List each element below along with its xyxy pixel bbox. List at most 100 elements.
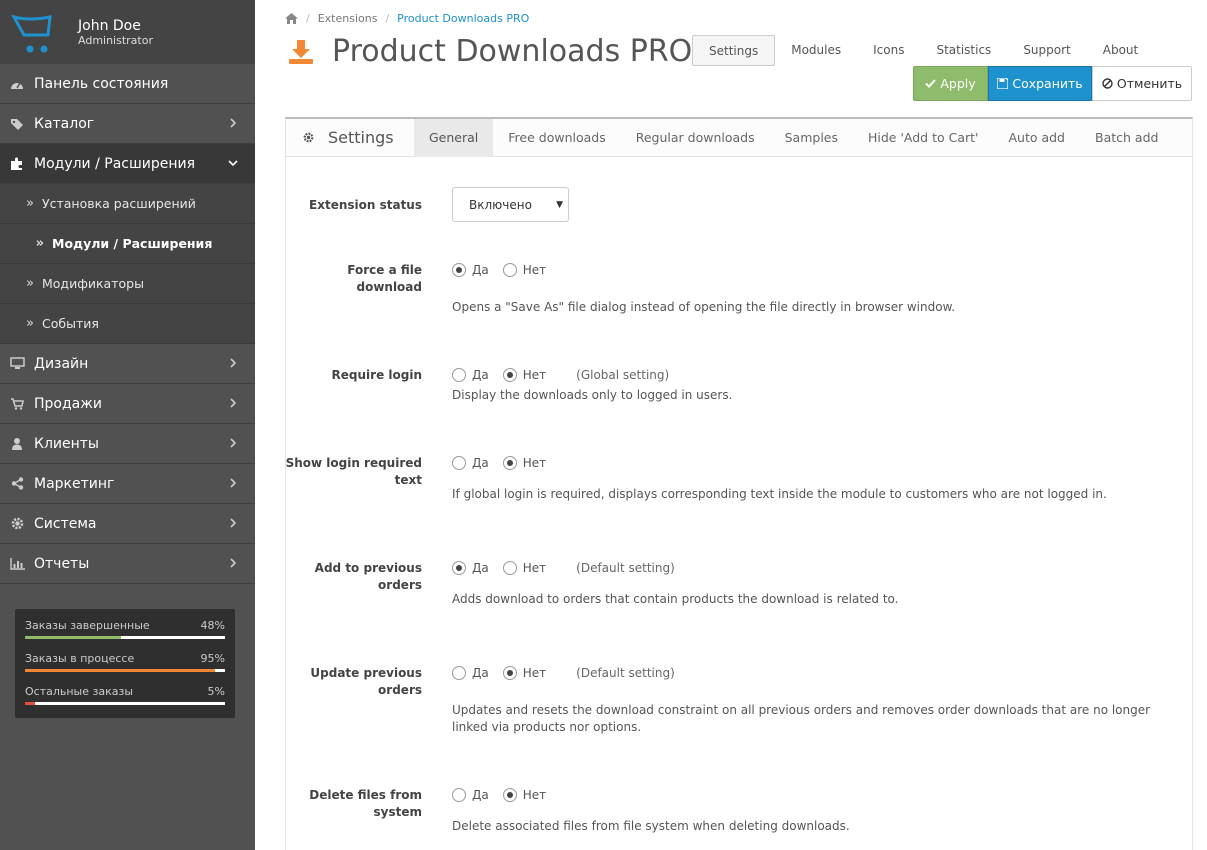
sidebar-item-system[interactable]: Система — [0, 504, 255, 544]
sidebar: John Doe Administrator Панель состояния … — [0, 0, 255, 850]
sidebar-subitem-modifications[interactable]: » Модификаторы — [0, 264, 255, 304]
radio-no[interactable] — [502, 263, 517, 277]
radio-label: Да — [472, 788, 489, 802]
tab-auto-add[interactable]: Auto add — [993, 119, 1080, 157]
radio-no[interactable] — [502, 561, 517, 575]
radio-yes[interactable] — [452, 561, 466, 575]
delete-files-help: Delete associated files from file system… — [452, 819, 850, 833]
update-previous-radios: Да Нет (Default setting) — [452, 666, 1177, 680]
chevron-right-icon — [230, 478, 237, 488]
cancel-button[interactable]: Отменить — [1092, 66, 1192, 101]
profile-role: Administrator — [78, 33, 153, 47]
stat-value: 48% — [200, 619, 225, 632]
chevron-right-icon — [230, 118, 237, 128]
radio-yes[interactable] — [452, 263, 466, 277]
show-login-text-radios: Да Нет — [452, 456, 1172, 470]
radio-label: Да — [472, 456, 489, 470]
radio-label: Нет — [522, 561, 547, 575]
progress-bar — [25, 669, 225, 672]
sidebar-item-label: Дизайн — [34, 355, 89, 372]
sidebar-item-catalog[interactable]: Каталог — [0, 104, 255, 144]
radio-label: Нет — [522, 368, 547, 382]
breadcrumb-item[interactable]: Product Downloads PRO — [397, 12, 529, 25]
stat-label: Остальные заказы — [25, 685, 134, 698]
breadcrumb-separator: / — [385, 12, 390, 25]
stat-processing: Заказы в процессе 95% — [25, 652, 225, 685]
setting-note: (Global setting) — [576, 368, 670, 382]
page-title: Product Downloads PRO — [332, 34, 693, 69]
nav-support[interactable]: Support — [1007, 35, 1086, 66]
sidebar-item-dashboard[interactable]: Панель состояния — [0, 64, 255, 104]
sidebar-subitem-installer[interactable]: » Установка расширений — [0, 184, 255, 224]
stat-label: Заказы в процессе — [25, 652, 135, 665]
radio-label: Нет — [522, 666, 547, 680]
sidebar-item-customers[interactable]: Клиенты — [0, 424, 255, 464]
tab-samples[interactable]: Samples — [770, 119, 853, 157]
download-icon — [289, 39, 313, 64]
select-value: Включено — [469, 197, 532, 212]
ban-icon — [1102, 78, 1113, 89]
sidebar-subitem-label: Модификаторы — [42, 276, 144, 291]
extension-status-select[interactable]: Включено ▼ — [452, 187, 569, 222]
radio-label: Нет — [522, 263, 547, 277]
radio-no[interactable] — [502, 666, 517, 680]
nav-about[interactable]: About — [1087, 35, 1154, 66]
sidebar-subitem-label: События — [42, 316, 99, 331]
home-icon[interactable] — [285, 13, 298, 24]
breadcrumb-item[interactable]: Extensions — [318, 12, 378, 25]
breadcrumb: / Extensions / Product Downloads PRO — [285, 12, 529, 25]
radio-no[interactable] — [502, 456, 517, 470]
sidebar-item-label: Маркетинг — [34, 475, 115, 492]
sidebar-item-label: Система — [34, 515, 97, 532]
require-login-help: Display the downloads only to logged in … — [452, 388, 733, 402]
panel-heading: Settings — [286, 119, 414, 157]
apply-button[interactable]: Apply — [913, 66, 988, 101]
dashboard-icon — [0, 78, 34, 90]
progress-fill — [25, 669, 215, 672]
tab-free-downloads[interactable]: Free downloads — [493, 119, 620, 157]
tab-regular-downloads[interactable]: Regular downloads — [621, 119, 770, 157]
stat-other: Остальные заказы 5% — [25, 685, 225, 718]
radio-no[interactable] — [502, 368, 517, 382]
nav-statistics[interactable]: Statistics — [920, 35, 1007, 66]
nav-settings[interactable]: Settings — [692, 35, 776, 66]
sidebar-subitem-events[interactable]: » События — [0, 304, 255, 344]
radio-label: Да — [472, 666, 489, 680]
radio-yes[interactable] — [452, 456, 466, 470]
stat-label: Заказы завершенные — [25, 619, 150, 632]
sidebar-subitem-extensions[interactable]: » Модули / Расширения — [0, 224, 255, 264]
main-content: / Extensions / Product Downloads PRO Pro… — [255, 0, 1207, 850]
nav-modules[interactable]: Modules — [775, 35, 857, 66]
sidebar-item-marketing[interactable]: Маркетинг — [0, 464, 255, 504]
sidebar-item-extensions[interactable]: Модули / Расширения — [0, 144, 255, 184]
order-stats: Заказы завершенные 48% Заказы в процессе 9… — [15, 609, 235, 718]
radio-yes[interactable] — [452, 368, 466, 382]
double-chevron-icon: » — [35, 236, 44, 251]
radio-yes[interactable] — [452, 666, 466, 680]
extension-status-field: Включено ▼ — [452, 187, 569, 222]
sidebar-item-design[interactable]: Дизайн — [0, 344, 255, 384]
chevron-right-icon — [230, 558, 237, 568]
sidebar-item-reports[interactable]: Отчеты — [0, 544, 255, 584]
action-buttons: Apply Сохранить Отменить — [913, 66, 1192, 101]
sidebar-subitem-label: Установка расширений — [42, 196, 196, 211]
save-label: Сохранить — [1012, 76, 1083, 91]
double-chevron-icon: » — [26, 196, 34, 211]
tab-hide-add-to-cart[interactable]: Hide 'Add to Cart' — [853, 119, 993, 157]
radio-no[interactable] — [502, 788, 517, 802]
nav-icons[interactable]: Icons — [857, 35, 920, 66]
progress-fill — [25, 636, 121, 639]
profile[interactable]: John Doe Administrator — [0, 0, 255, 64]
add-previous-field: Да Нет (Default setting) Adds download t… — [452, 561, 1172, 608]
setting-note: (Default setting) — [576, 666, 675, 680]
sidebar-item-sales[interactable]: Продажи — [0, 384, 255, 424]
tab-batch-add[interactable]: Batch add — [1080, 119, 1173, 157]
radio-yes[interactable] — [452, 788, 466, 802]
tab-general[interactable]: General — [414, 118, 494, 157]
chevron-right-icon — [230, 438, 237, 448]
save-button[interactable]: Сохранить — [988, 66, 1092, 101]
require-login-label: Require login — [331, 368, 422, 382]
show-login-text-label: Show login required text — [285, 456, 422, 487]
delete-files-field: Да Нет Delete associated files from file… — [452, 788, 1172, 835]
double-chevron-icon: » — [26, 316, 34, 331]
